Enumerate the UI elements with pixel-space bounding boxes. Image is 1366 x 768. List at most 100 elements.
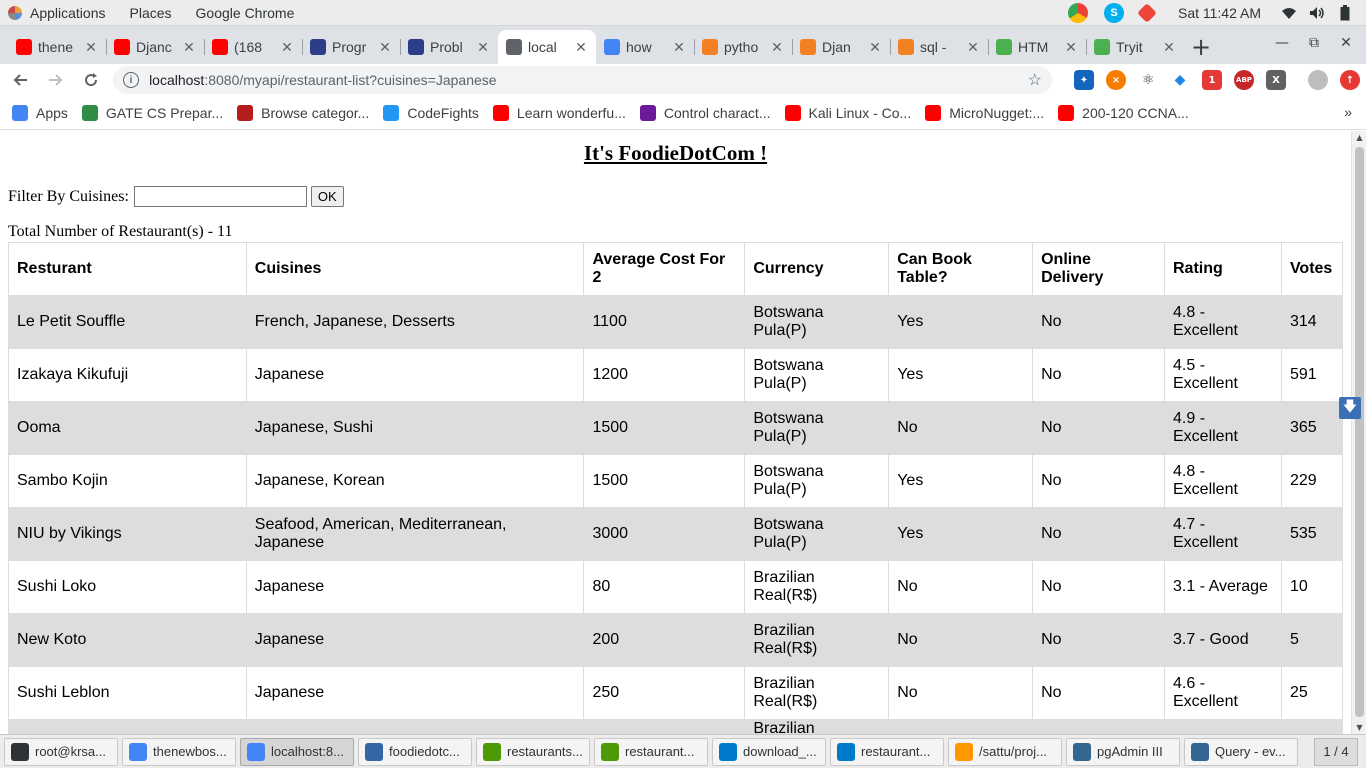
workspace-indicator[interactable]: 1 / 4	[1314, 737, 1358, 766]
taskbar-window-button[interactable]: restaurant...	[830, 737, 944, 766]
extension-icon[interactable]: X	[1266, 70, 1286, 90]
download-arrow-icon[interactable]: 🡇	[1339, 397, 1361, 419]
bookmark-item[interactable]: Kali Linux - Co...	[784, 104, 911, 121]
tab-close-icon[interactable]: ✕	[182, 39, 196, 56]
browser-tab[interactable]: sql - ✕	[890, 30, 988, 64]
bookmark-item[interactable]: Apps	[12, 104, 68, 121]
table-row: New Koto Japanese 200 Brazilian Real(R$) No N…	[8, 613, 1344, 667]
app-menu[interactable]: Google Chrome	[184, 0, 307, 26]
address-bar[interactable]: i localhost :8080/myapi/restaurant-list?…	[113, 66, 1052, 94]
profile-avatar[interactable]	[1308, 70, 1328, 90]
bookmark-item[interactable]: Control charact...	[639, 104, 771, 121]
browser-tab[interactable]: local ✕	[498, 30, 596, 64]
chevron-right-icon[interactable]: »	[1344, 104, 1352, 120]
tab-close-icon[interactable]: ✕	[476, 39, 490, 56]
update-icon[interactable]: ↑	[1340, 70, 1360, 90]
taskbar-window-button[interactable]: download_...	[712, 737, 826, 766]
taskbar-window-button[interactable]: root@krsa...	[4, 737, 118, 766]
browser-tab[interactable]: Djan ✕	[792, 30, 890, 64]
browser-tab[interactable]: (168 ✕	[204, 30, 302, 64]
browser-tab[interactable]: Probl ✕	[400, 30, 498, 64]
clock[interactable]: Sat 11:42 AM	[1178, 5, 1261, 21]
taskbar-window-button[interactable]: pgAdmin III	[1066, 737, 1180, 766]
table-cell	[245, 719, 585, 734]
tab-close-icon[interactable]: ✕	[84, 39, 98, 56]
table-cell: Japanese	[245, 613, 585, 667]
ut-icon	[639, 104, 656, 121]
table-cell: No	[1032, 401, 1165, 455]
taskbar-window-button[interactable]: thenewbos...	[122, 737, 236, 766]
extension-icon[interactable]: ✦	[1074, 70, 1094, 90]
table-cell: Brazilian Real(R$)	[744, 666, 890, 720]
extension-icon[interactable]: ×	[1106, 70, 1126, 90]
places-menu[interactable]: Places	[118, 0, 184, 26]
taskbar-window-button[interactable]: restaurant...	[594, 737, 708, 766]
table-cell	[8, 719, 247, 734]
bookmark-item[interactable]: Browse categor...	[237, 104, 369, 121]
bookmark-star-icon[interactable]: ☆	[1028, 70, 1042, 90]
tab-close-icon[interactable]: ✕	[966, 39, 980, 56]
tab-close-icon[interactable]: ✕	[280, 39, 294, 56]
taskbar-window-button[interactable]: Query - ev...	[1184, 737, 1298, 766]
reload-button[interactable]	[75, 64, 107, 96]
bookmark-item[interactable]: GATE CS Prepar...	[81, 104, 223, 121]
forward-button[interactable]	[40, 64, 72, 96]
browser-tab[interactable]: HTM ✕	[988, 30, 1086, 64]
bookmark-item[interactable]: Learn wonderfu...	[492, 104, 626, 121]
adblock-icon[interactable]: ABP	[1234, 70, 1254, 90]
table-cell: No	[1032, 613, 1165, 667]
table-cell: French, Japanese, Desserts	[245, 295, 585, 349]
tab-close-icon[interactable]: ✕	[868, 39, 882, 56]
battery-icon[interactable]	[1336, 4, 1354, 22]
browser-tab[interactable]: Progr ✕	[302, 30, 400, 64]
tab-close-icon[interactable]: ✕	[574, 39, 588, 56]
scroll-down-icon[interactable]: ▼	[1352, 723, 1366, 732]
tab-close-icon[interactable]: ✕	[672, 39, 686, 56]
volume-icon[interactable]	[1308, 4, 1326, 22]
restore-icon[interactable]: ⧉	[1298, 26, 1330, 60]
chrome-tray-icon[interactable]	[1067, 2, 1088, 23]
browser-tab[interactable]: thene ✕	[8, 30, 106, 64]
extension-icon[interactable]: ◆	[1170, 70, 1190, 90]
close-window-icon[interactable]: ✕	[1330, 26, 1362, 60]
applications-menu[interactable]: Applications	[0, 0, 118, 26]
wifi-icon[interactable]	[1280, 4, 1298, 22]
bookmark-item[interactable]: MicroNugget:...	[925, 104, 1044, 121]
skype-tray-icon[interactable]: S	[1103, 2, 1124, 23]
tab-close-icon[interactable]: ✕	[770, 39, 784, 56]
minimize-icon[interactable]: —	[1266, 26, 1298, 60]
bookmark-item[interactable]: CodeFights	[383, 104, 479, 121]
table-row: Ooma Japanese, Sushi 1500 Botswana Pula(P) N…	[8, 401, 1344, 455]
tab-title: Tryit	[1116, 39, 1143, 55]
site-info-icon[interactable]: i	[123, 72, 140, 88]
browser-tab[interactable]: pytho ✕	[694, 30, 792, 64]
scroll-up-icon[interactable]: ▲	[1352, 133, 1366, 142]
cuisine-filter-input[interactable]	[133, 186, 307, 207]
table-row: Le Petit Souffle French, Japanese, Desser…	[8, 295, 1344, 349]
browser-tab[interactable]: Tryit ✕	[1086, 30, 1184, 64]
table-cell: Brazilian Real(R$)	[744, 613, 890, 667]
table-cell: Botswana Pula(P)	[744, 454, 890, 508]
taskbar-window-label: root@krsa...	[35, 744, 106, 759]
react-devtools-icon[interactable]: ⚛	[1138, 70, 1158, 90]
tab-close-icon[interactable]: ✕	[378, 39, 392, 56]
extension-icon[interactable]: 1	[1202, 70, 1222, 90]
taskbar-window-button[interactable]: /sattu/proj...	[948, 737, 1062, 766]
table-header-row: Resturant Cuisines Average Cost For 2 Curre…	[8, 242, 1344, 296]
tab-close-icon[interactable]: ✕	[1162, 39, 1176, 56]
bookmark-item[interactable]: 200-120 CCNA...	[1058, 104, 1189, 121]
back-button[interactable]	[4, 64, 36, 96]
taskbar-window-button[interactable]: restaurants...	[476, 737, 590, 766]
anydesk-tray-icon[interactable]	[1137, 2, 1157, 23]
browser-tab[interactable]: Djanc ✕	[106, 30, 204, 64]
page-scrollbar[interactable]: ▲ ▼	[1351, 131, 1366, 734]
taskbar-window-button[interactable]: foodiedotc...	[358, 737, 472, 766]
ok-button[interactable]: OK	[310, 186, 344, 207]
table-cell: 229	[1280, 454, 1344, 508]
page-title: It's FoodieDotCom !	[583, 141, 768, 165]
browser-tab[interactable]: how ✕	[596, 30, 694, 64]
new-tab-button[interactable]: +	[1184, 30, 1218, 64]
taskbar-window-button[interactable]: localhost:8...	[240, 737, 354, 766]
scrollbar-thumb[interactable]	[1355, 147, 1364, 717]
tab-close-icon[interactable]: ✕	[1064, 39, 1078, 56]
